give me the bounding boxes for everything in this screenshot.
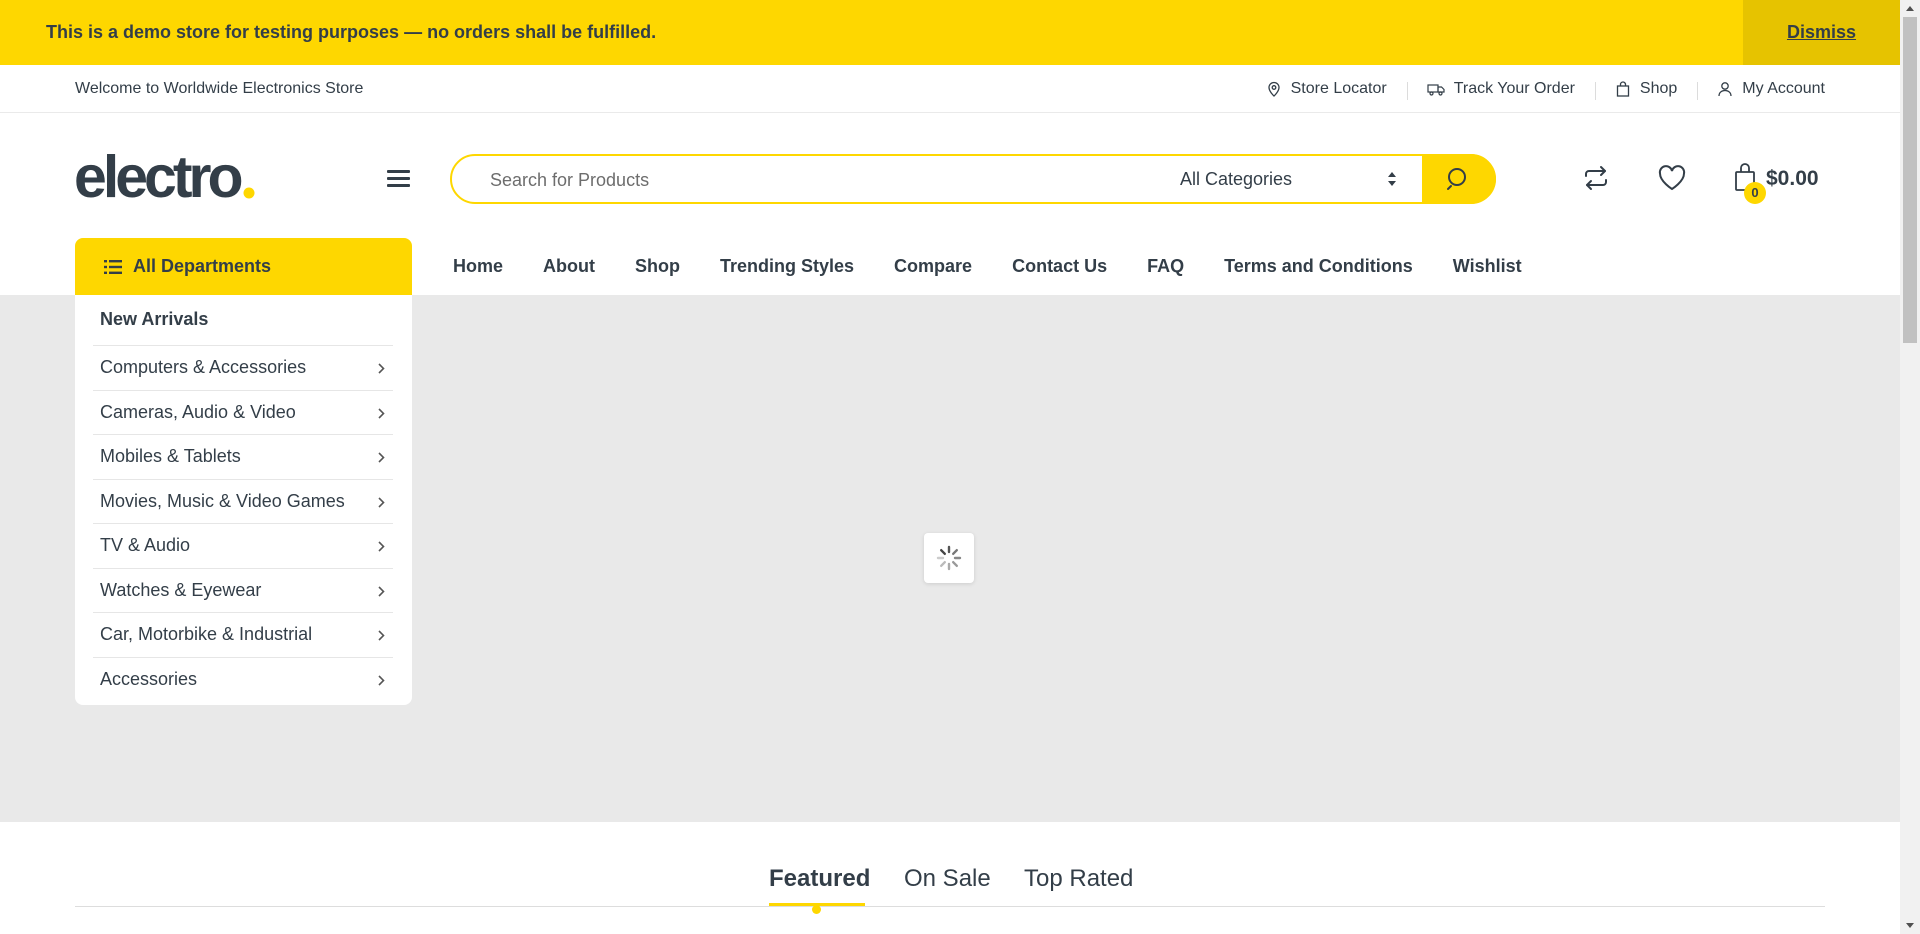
dept-item-mobiles[interactable]: Mobiles & Tablets [93,434,393,479]
cart-count-badge: 0 [1744,182,1766,204]
search-bar: All Categories [450,154,1496,204]
my-account-label: My Account [1742,79,1825,97]
nav-home[interactable]: Home [453,256,503,277]
logo-text: electro [74,148,241,208]
welcome-text: Welcome to Worldwide Electronics Store [75,80,364,97]
nav-wishlist[interactable]: Wishlist [1453,256,1522,277]
shop-label: Shop [1639,79,1678,97]
dept-item-movies[interactable]: Movies, Music & Video Games [93,478,393,524]
track-order-label: Track Your Order [1453,79,1575,97]
nav-faq[interactable]: FAQ [1147,256,1184,277]
my-account-link[interactable]: My Account [1697,79,1825,100]
chevron-right-icon [378,541,385,552]
top-bar: Welcome to Worldwide Electronics Store S… [0,65,1900,113]
nav-shop[interactable]: Shop [635,256,680,277]
search-button[interactable] [1422,154,1496,204]
nav-contact-us[interactable]: Contact Us [1012,256,1107,277]
all-departments-button[interactable]: All Departments [75,238,412,295]
tab-on-sale[interactable]: On Sale [904,865,991,893]
store-locator-label: Store Locator [1290,79,1387,97]
dept-item-computers[interactable]: Computers & Accessories [93,345,393,390]
dept-item-tv-audio[interactable]: TV & Audio [93,523,393,568]
chevron-right-icon [378,407,385,419]
all-departments-label: All Departments [133,256,272,276]
electro-logo[interactable]: electro [74,144,264,210]
main-nav: Home About Shop Trending Styles Compare … [453,238,1562,295]
category-select[interactable]: All Categories [1180,156,1410,202]
nav-terms[interactable]: Terms and Conditions [1224,256,1413,277]
page-scrollbar[interactable] [1900,0,1920,934]
shop-link[interactable]: Shop [1594,79,1697,100]
truck-icon [1427,83,1445,96]
dept-item-label: TV & Audio [100,535,191,555]
dept-item-accessories[interactable]: Accessories [93,656,393,702]
demo-notice-bar: This is a demo store for testing purpose… [0,0,1900,65]
chevron-right-icon [378,452,385,463]
dept-item-label: Accessories [100,668,198,689]
dept-new-arrivals[interactable]: New Arrivals [100,309,208,330]
track-order-link[interactable]: Track Your Order [1406,79,1595,100]
search-input[interactable] [488,156,1172,204]
chevron-right-icon [378,674,385,686]
dept-item-label: Mobiles & Tablets [100,446,241,466]
cart-button[interactable]: 0 $0.00 [1733,162,1828,207]
dept-item-label: Watches & Eyewear [100,579,262,600]
page: This is a demo store for testing purpose… [0,0,1900,934]
top-links: Store Locator Track Your Order Shop My A… [1246,65,1825,112]
dismiss-button[interactable]: Dismiss [1743,0,1900,65]
chevron-right-icon [378,496,385,508]
category-select-value: All Categories [1180,169,1293,189]
chevron-right-icon [378,630,385,641]
list-icon [104,259,122,274]
chevron-right-icon [378,363,385,374]
map-pin-icon [1267,81,1280,97]
search-icon [1447,168,1466,190]
chevron-right-icon [378,585,385,597]
dept-item-label: Computers & Accessories [100,357,307,377]
wishlist-heart-icon[interactable] [1656,162,1688,194]
tab-top-rated[interactable]: Top Rated [1024,865,1133,893]
dept-item-cameras[interactable]: Cameras, Audio & Video [93,389,393,435]
scroll-up-arrow-icon[interactable] [1900,0,1920,17]
nav-compare[interactable]: Compare [894,256,972,277]
product-tabs: Featured On Sale Top Rated [0,822,1900,934]
user-icon [1718,81,1732,96]
scroll-down-arrow-icon[interactable] [1900,917,1920,934]
tab-featured[interactable]: Featured [769,865,870,893]
active-tab-dot [812,905,821,914]
compare-icon[interactable] [1580,162,1612,194]
demo-notice-text: This is a demo store for testing purpose… [46,22,657,42]
tabs-divider [75,906,1825,907]
select-arrows-icon [1388,172,1396,186]
dept-item-label: Movies, Music & Video Games [100,490,345,511]
departments-list: Computers & Accessories Cameras, Audio &… [93,345,393,701]
shopping-bag-icon [1616,80,1630,97]
nav-about[interactable]: About [543,256,595,277]
dept-item-watches[interactable]: Watches & Eyewear [93,567,393,613]
menu-toggle-icon[interactable] [384,166,414,192]
departments-menu: New Arrivals Computers & Accessories Cam… [75,295,412,705]
cart-total: $0.00 [1766,167,1819,190]
store-locator-link[interactable]: Store Locator [1246,80,1407,98]
nav-trending-styles[interactable]: Trending Styles [720,256,854,277]
dept-item-car-motorbike[interactable]: Car, Motorbike & Industrial [93,612,393,657]
dept-item-label: Car, Motorbike & Industrial [100,624,313,644]
loading-spinner-icon [924,533,974,583]
scrollbar-thumb[interactable] [1903,17,1917,343]
dept-item-label: Cameras, Audio & Video [100,401,296,422]
